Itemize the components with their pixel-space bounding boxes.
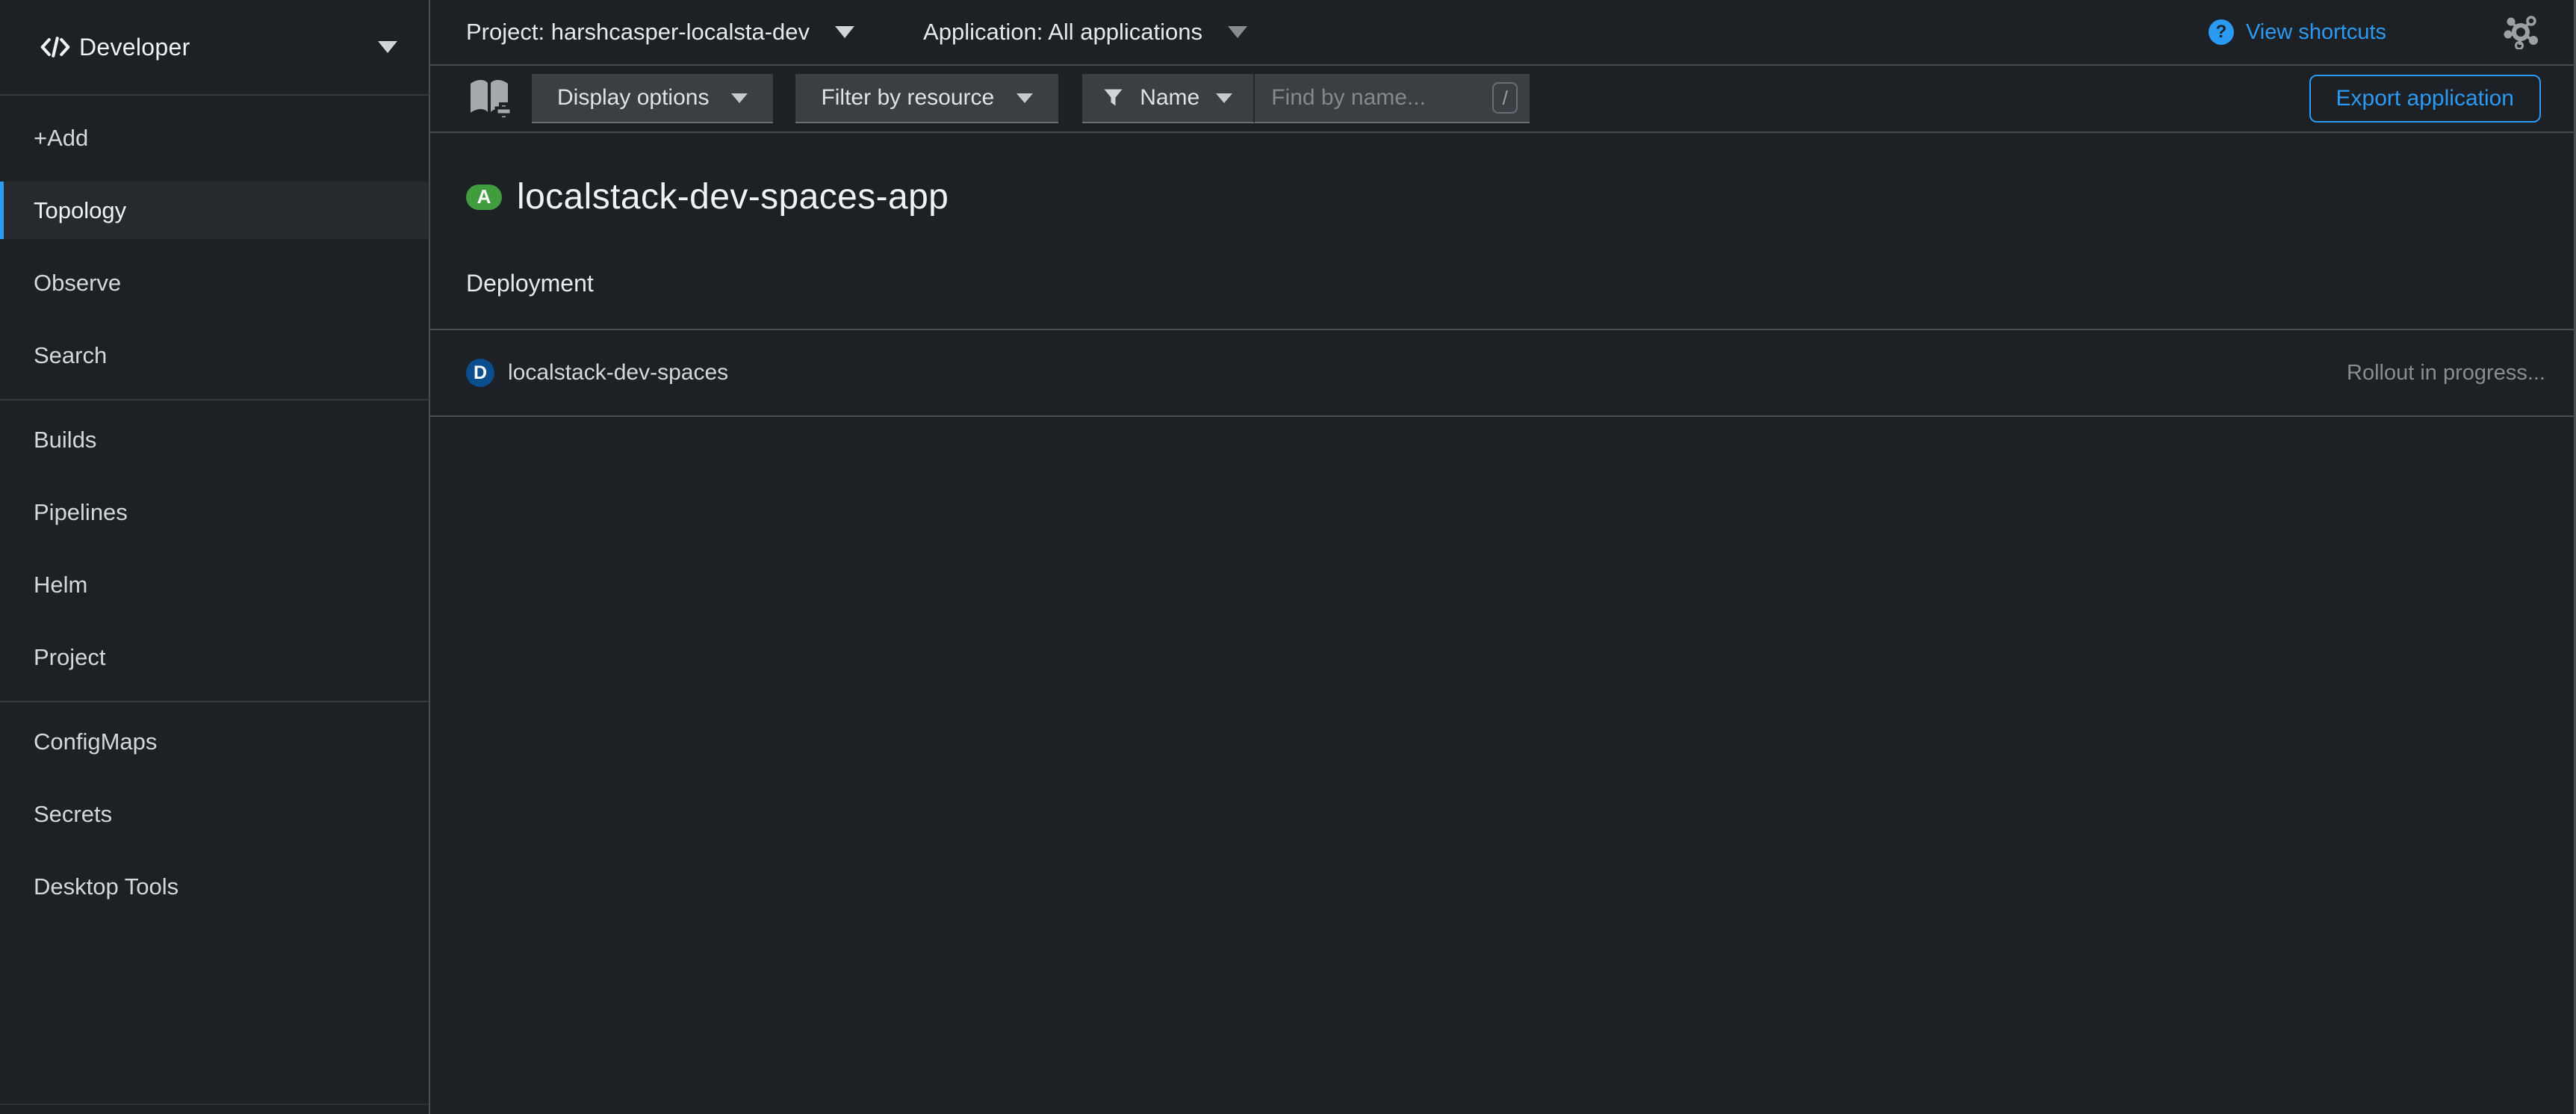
topology-icon[interactable] [2502,15,2539,49]
application-title: localstack-dev-spaces-app [517,176,949,217]
list-item-deployment[interactable]: D localstack-dev-spaces Rollout in progr… [430,329,2574,417]
sidebar: Developer +Add Topology Observe Search B… [0,0,430,1114]
name-filter-dropdown[interactable]: Name [1082,74,1255,123]
filter-icon [1103,88,1123,108]
export-application-button[interactable]: Export application [2309,75,2541,123]
filter-by-resource-label: Filter by resource [821,85,994,111]
sidebar-item-pipelines[interactable]: Pipelines [0,483,429,541]
project-switcher[interactable]: Project: harshcasper-localsta-dev [466,19,854,46]
project-switcher-label: Project: harshcasper-localsta-dev [466,19,810,46]
sidebar-item-observe[interactable]: Observe [0,254,429,312]
display-options-dropdown[interactable]: Display options [532,74,773,123]
sidebar-divider [0,701,429,702]
chevron-down-icon [1228,26,1247,38]
view-shortcuts-label: View shortcuts [2246,20,2386,45]
resource-name[interactable]: localstack-dev-spaces [508,360,728,386]
developer-console: Developer +Add Topology Observe Search B… [0,0,2576,1114]
sidebar-item-builds[interactable]: Builds [0,411,429,468]
name-filter-label: Name [1140,85,1199,111]
resource-list: D localstack-dev-spaces Rollout in progr… [430,329,2574,417]
chevron-down-icon [378,41,397,53]
sidebar-item-add[interactable]: +Add [0,109,429,167]
context-bar: Project: harshcasper-localsta-dev Applic… [430,0,2574,66]
chevron-down-icon [1216,93,1232,103]
topology-toolbar: Display options Filter by resource Name [430,66,2574,133]
application-badge: A [466,185,502,210]
chevron-down-icon [1017,93,1033,103]
application-group-header: A localstack-dev-spaces-app [466,176,2538,217]
slash-shortcut-key: / [1492,82,1518,114]
find-by-name-input[interactable] [1271,85,1483,111]
sidebar-item-configmaps[interactable]: ConfigMaps [0,713,429,770]
code-icon [40,34,70,61]
sidebar-divider [0,399,429,400]
display-options-label: Display options [557,85,709,111]
chevron-down-icon [731,93,748,103]
resource-kind-heading: Deployment [466,270,2538,297]
sidebar-item-project[interactable]: Project [0,628,429,686]
sidebar-item-secrets[interactable]: Secrets [0,785,429,843]
filter-by-resource-dropdown[interactable]: Filter by resource [795,74,1058,123]
deployment-badge: D [466,359,494,387]
view-shortcuts-link[interactable]: ? View shortcuts [2209,19,2386,45]
name-filter-group: Name / [1082,74,1530,123]
find-by-name-field: / [1255,74,1530,123]
sidebar-item-topology[interactable]: Topology [0,182,429,239]
resource-status: Rollout in progress... [2347,361,2545,386]
sidebar-nav: +Add Topology Observe Search Builds Pipe… [0,96,429,930]
question-circle-icon: ? [2209,19,2234,45]
main-area: Project: harshcasper-localsta-dev Applic… [430,0,2574,1114]
chevron-down-icon [835,26,854,38]
perspective-label: Developer [79,34,369,61]
topology-list-view: A localstack-dev-spaces-app Deployment D… [430,133,2574,1114]
catalog-add-icon[interactable] [465,78,514,119]
sidebar-item-helm[interactable]: Helm [0,556,429,613]
application-switcher[interactable]: Application: All applications [923,19,1247,46]
sidebar-item-search[interactable]: Search [0,327,429,384]
sidebar-item-desktop-tools[interactable]: Desktop Tools [0,858,429,915]
application-switcher-label: Application: All applications [923,19,1202,46]
perspective-switcher[interactable]: Developer [0,0,429,96]
